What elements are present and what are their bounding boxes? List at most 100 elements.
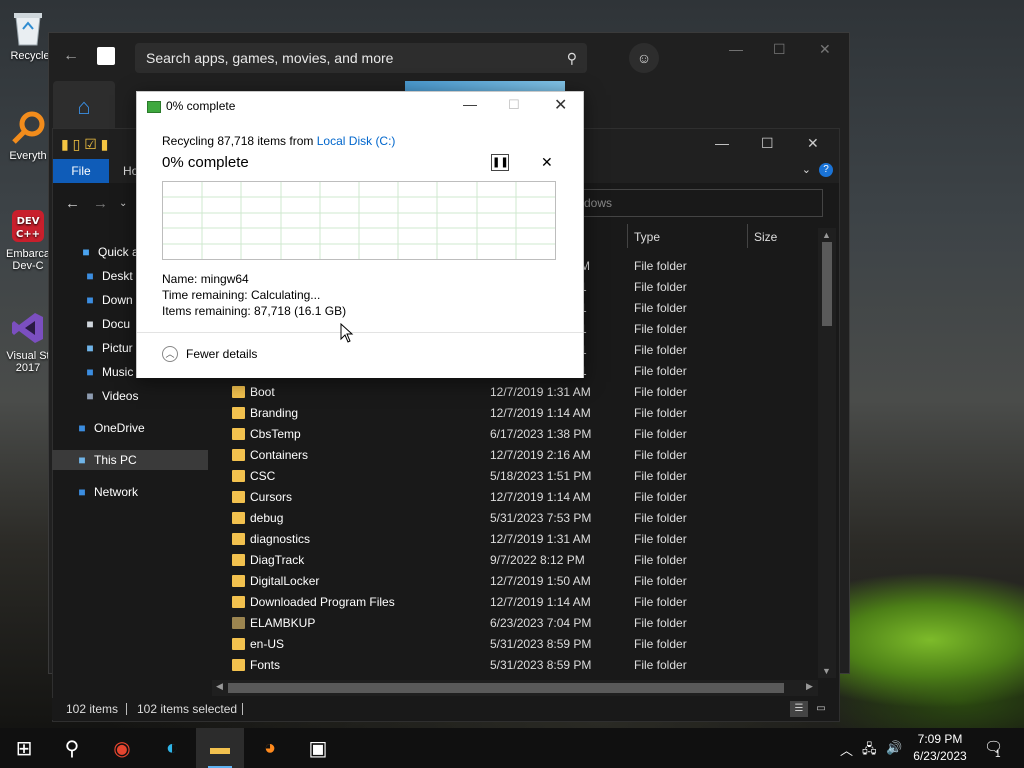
desktop-icon-recycle-bin[interactable]: Recycle [4, 8, 52, 62]
scrollbar-thumb[interactable] [228, 683, 784, 693]
dialog-footer: ︿ Fewer details [137, 332, 583, 378]
table-row[interactable]: diagnostics 12/7/2019 1:31 AM File folder [228, 529, 818, 550]
pause-button[interactable]: ❚❚ [491, 154, 509, 171]
table-row[interactable]: debug 5/31/2023 7:53 PM File folder [228, 508, 818, 529]
table-row[interactable]: CSC 5/18/2023 1:51 PM File folder [228, 466, 818, 487]
row-type: File folder [634, 322, 687, 336]
sidebar-item-docu[interactable]: ■ Docu [82, 314, 130, 334]
store-search-input[interactable]: Search apps, games, movies, and more ⚲ [135, 43, 587, 73]
file-explorer-icon[interactable]: ▬ [196, 728, 244, 768]
scroll-left-icon[interactable]: ◀ [216, 681, 223, 692]
scroll-down-icon[interactable]: ▼ [822, 666, 831, 676]
forward-arrow-icon[interactable]: → [93, 195, 108, 212]
sidebar-item-label: Pictur [102, 341, 133, 355]
sidebar-item-label: Music [102, 365, 134, 379]
help-icon[interactable]: ? [819, 163, 833, 177]
table-row[interactable]: en-US 5/31/2023 8:59 PM File folder [228, 634, 818, 655]
sidebar-item-videos[interactable]: ■ Videos [82, 386, 138, 406]
maximize-icon[interactable]: ☐ [773, 41, 786, 58]
back-arrow-icon[interactable]: ← [63, 47, 79, 65]
chevron-up-icon[interactable]: ︿ [162, 346, 178, 362]
maximize-icon[interactable]: ☐ [761, 135, 774, 152]
maximize-icon: ☐ [508, 97, 520, 112]
cancel-button[interactable]: ✕ [541, 154, 553, 171]
edge-icon[interactable]: ◐ [148, 728, 196, 768]
chevron-up-icon[interactable]: ︿ [840, 740, 853, 759]
notification-count-badge: 1 [995, 749, 1001, 760]
source-drive-link[interactable]: Local Disk (C:) [317, 134, 396, 148]
table-row[interactable]: DigitalLocker 12/7/2019 1:50 AM File folde… [228, 571, 818, 592]
large-icons-view-icon[interactable]: ▭ [812, 701, 830, 717]
name-row: Name: mingw64 [162, 272, 249, 286]
sidebar-item-onedrive[interactable]: ■ OneDrive [74, 418, 144, 438]
minimize-icon[interactable]: — [729, 41, 743, 57]
row-date: 5/31/2023 8:59 PM [490, 658, 592, 672]
minimize-icon[interactable]: — [715, 135, 729, 151]
column-header-size[interactable]: Size [754, 226, 777, 248]
table-row[interactable]: ELAMBKUP 6/23/2023 7:04 PM File folder [228, 613, 818, 634]
row-name: Boot [250, 385, 275, 399]
row-type: File folder [634, 427, 687, 441]
tab-file[interactable]: File [53, 159, 109, 183]
account-icon[interactable]: ☺ [629, 43, 659, 73]
scrollbar-thumb[interactable] [822, 242, 832, 326]
chrome-icon[interactable]: ◉ [98, 728, 146, 768]
sidebar-item-down[interactable]: ■ Down [82, 290, 132, 310]
table-row[interactable]: Boot 12/7/2019 1:31 AM File folder [228, 382, 818, 403]
svg-text:DEV: DEV [17, 216, 40, 227]
vertical-scrollbar[interactable]: ▲ ▼ [818, 228, 836, 678]
sidebar-item-pictur[interactable]: ■ Pictur [82, 338, 133, 358]
close-icon[interactable]: ✕ [554, 95, 567, 115]
fewer-details-button[interactable]: Fewer details [186, 347, 257, 361]
explorer-search-input[interactable]: dows [573, 189, 823, 217]
sidebar-item-deskt[interactable]: ■ Deskt [82, 266, 132, 286]
sidebar-item-network[interactable]: ■ Network [74, 482, 138, 502]
table-row[interactable]: Cursors 12/7/2019 1:14 AM File folder [228, 487, 818, 508]
row-date: 5/31/2023 7:53 PM [490, 511, 592, 525]
row-date: 12/7/2019 2:16 AM [490, 448, 591, 462]
progress-heading: 0% complete [162, 154, 249, 171]
search-icon[interactable]: ⚲ [48, 728, 96, 768]
dialog-title: 0% complete [166, 99, 236, 113]
recent-locations-chevron-icon[interactable]: ⌄ [119, 198, 127, 209]
row-type: File folder [634, 448, 687, 462]
desktop-icon-visual-studio[interactable]: Visual St 2017 [4, 308, 52, 374]
folder-icon [232, 491, 245, 503]
column-separator[interactable] [627, 224, 628, 248]
minimize-icon[interactable]: — [463, 96, 477, 112]
system-clock[interactable]: 7:09 PM 6/23/2023 [908, 731, 972, 765]
time-remaining-row: Time remaining: Calculating... [162, 288, 320, 302]
close-icon[interactable]: ✕ [819, 41, 831, 58]
details-view-icon[interactable]: ☰ [790, 701, 808, 717]
network-icon[interactable]: 🖧 [862, 740, 877, 762]
desktop-icon-label: Embarca Dev-C [5, 248, 51, 272]
back-arrow-icon[interactable]: ← [65, 195, 80, 212]
dialog-titlebar[interactable]: 0% complete — ☐ ✕ [137, 92, 583, 122]
desktop-icon-devcpp[interactable]: DEV C++ Embarca Dev-C [4, 206, 52, 272]
column-header-type[interactable]: Type [634, 226, 660, 248]
sidebar-item-music[interactable]: ■ Music [82, 362, 133, 382]
windows-start-icon[interactable]: ⊞ [0, 728, 48, 768]
close-icon[interactable]: ✕ [807, 135, 819, 152]
desktop-icon-everything[interactable]: Everyth [4, 108, 52, 162]
home-icon[interactable]: ⌂ [53, 81, 115, 133]
table-row[interactable]: Branding 12/7/2019 1:14 AM File folder [228, 403, 818, 424]
table-row[interactable]: CbsTemp 6/17/2023 1:38 PM File folder [228, 424, 818, 445]
chevron-down-icon[interactable]: ⌄ [802, 163, 811, 176]
table-row[interactable]: Downloaded Program Files 12/7/2019 1:14 A… [228, 592, 818, 613]
firefox-icon[interactable]: ◕ [246, 728, 294, 768]
quick-access-toolbar-icons[interactable]: ▮ ▯ ☑ ▮ [61, 136, 108, 153]
scroll-right-icon[interactable]: ▶ [806, 681, 813, 692]
horizontal-scrollbar[interactable]: ◀ ▶ [212, 680, 818, 696]
store-icon[interactable]: ▣ [294, 728, 342, 768]
table-row[interactable]: Fonts 5/31/2023 8:59 PM File folder [228, 655, 818, 676]
scroll-up-icon[interactable]: ▲ [822, 230, 831, 240]
sidebar-item-quick-a[interactable]: ■ Quick a [78, 242, 138, 262]
sidebar-item-this-pc[interactable]: ■ This PC [52, 450, 208, 470]
table-row[interactable]: DiagTrack 9/7/2022 8:12 PM File folder [228, 550, 818, 571]
clock-date: 6/23/2023 [913, 749, 967, 763]
column-separator[interactable] [747, 224, 748, 248]
row-type: File folder [634, 280, 687, 294]
volume-icon[interactable]: 🔊 [886, 740, 902, 756]
table-row[interactable]: Containers 12/7/2019 2:16 AM File folder [228, 445, 818, 466]
